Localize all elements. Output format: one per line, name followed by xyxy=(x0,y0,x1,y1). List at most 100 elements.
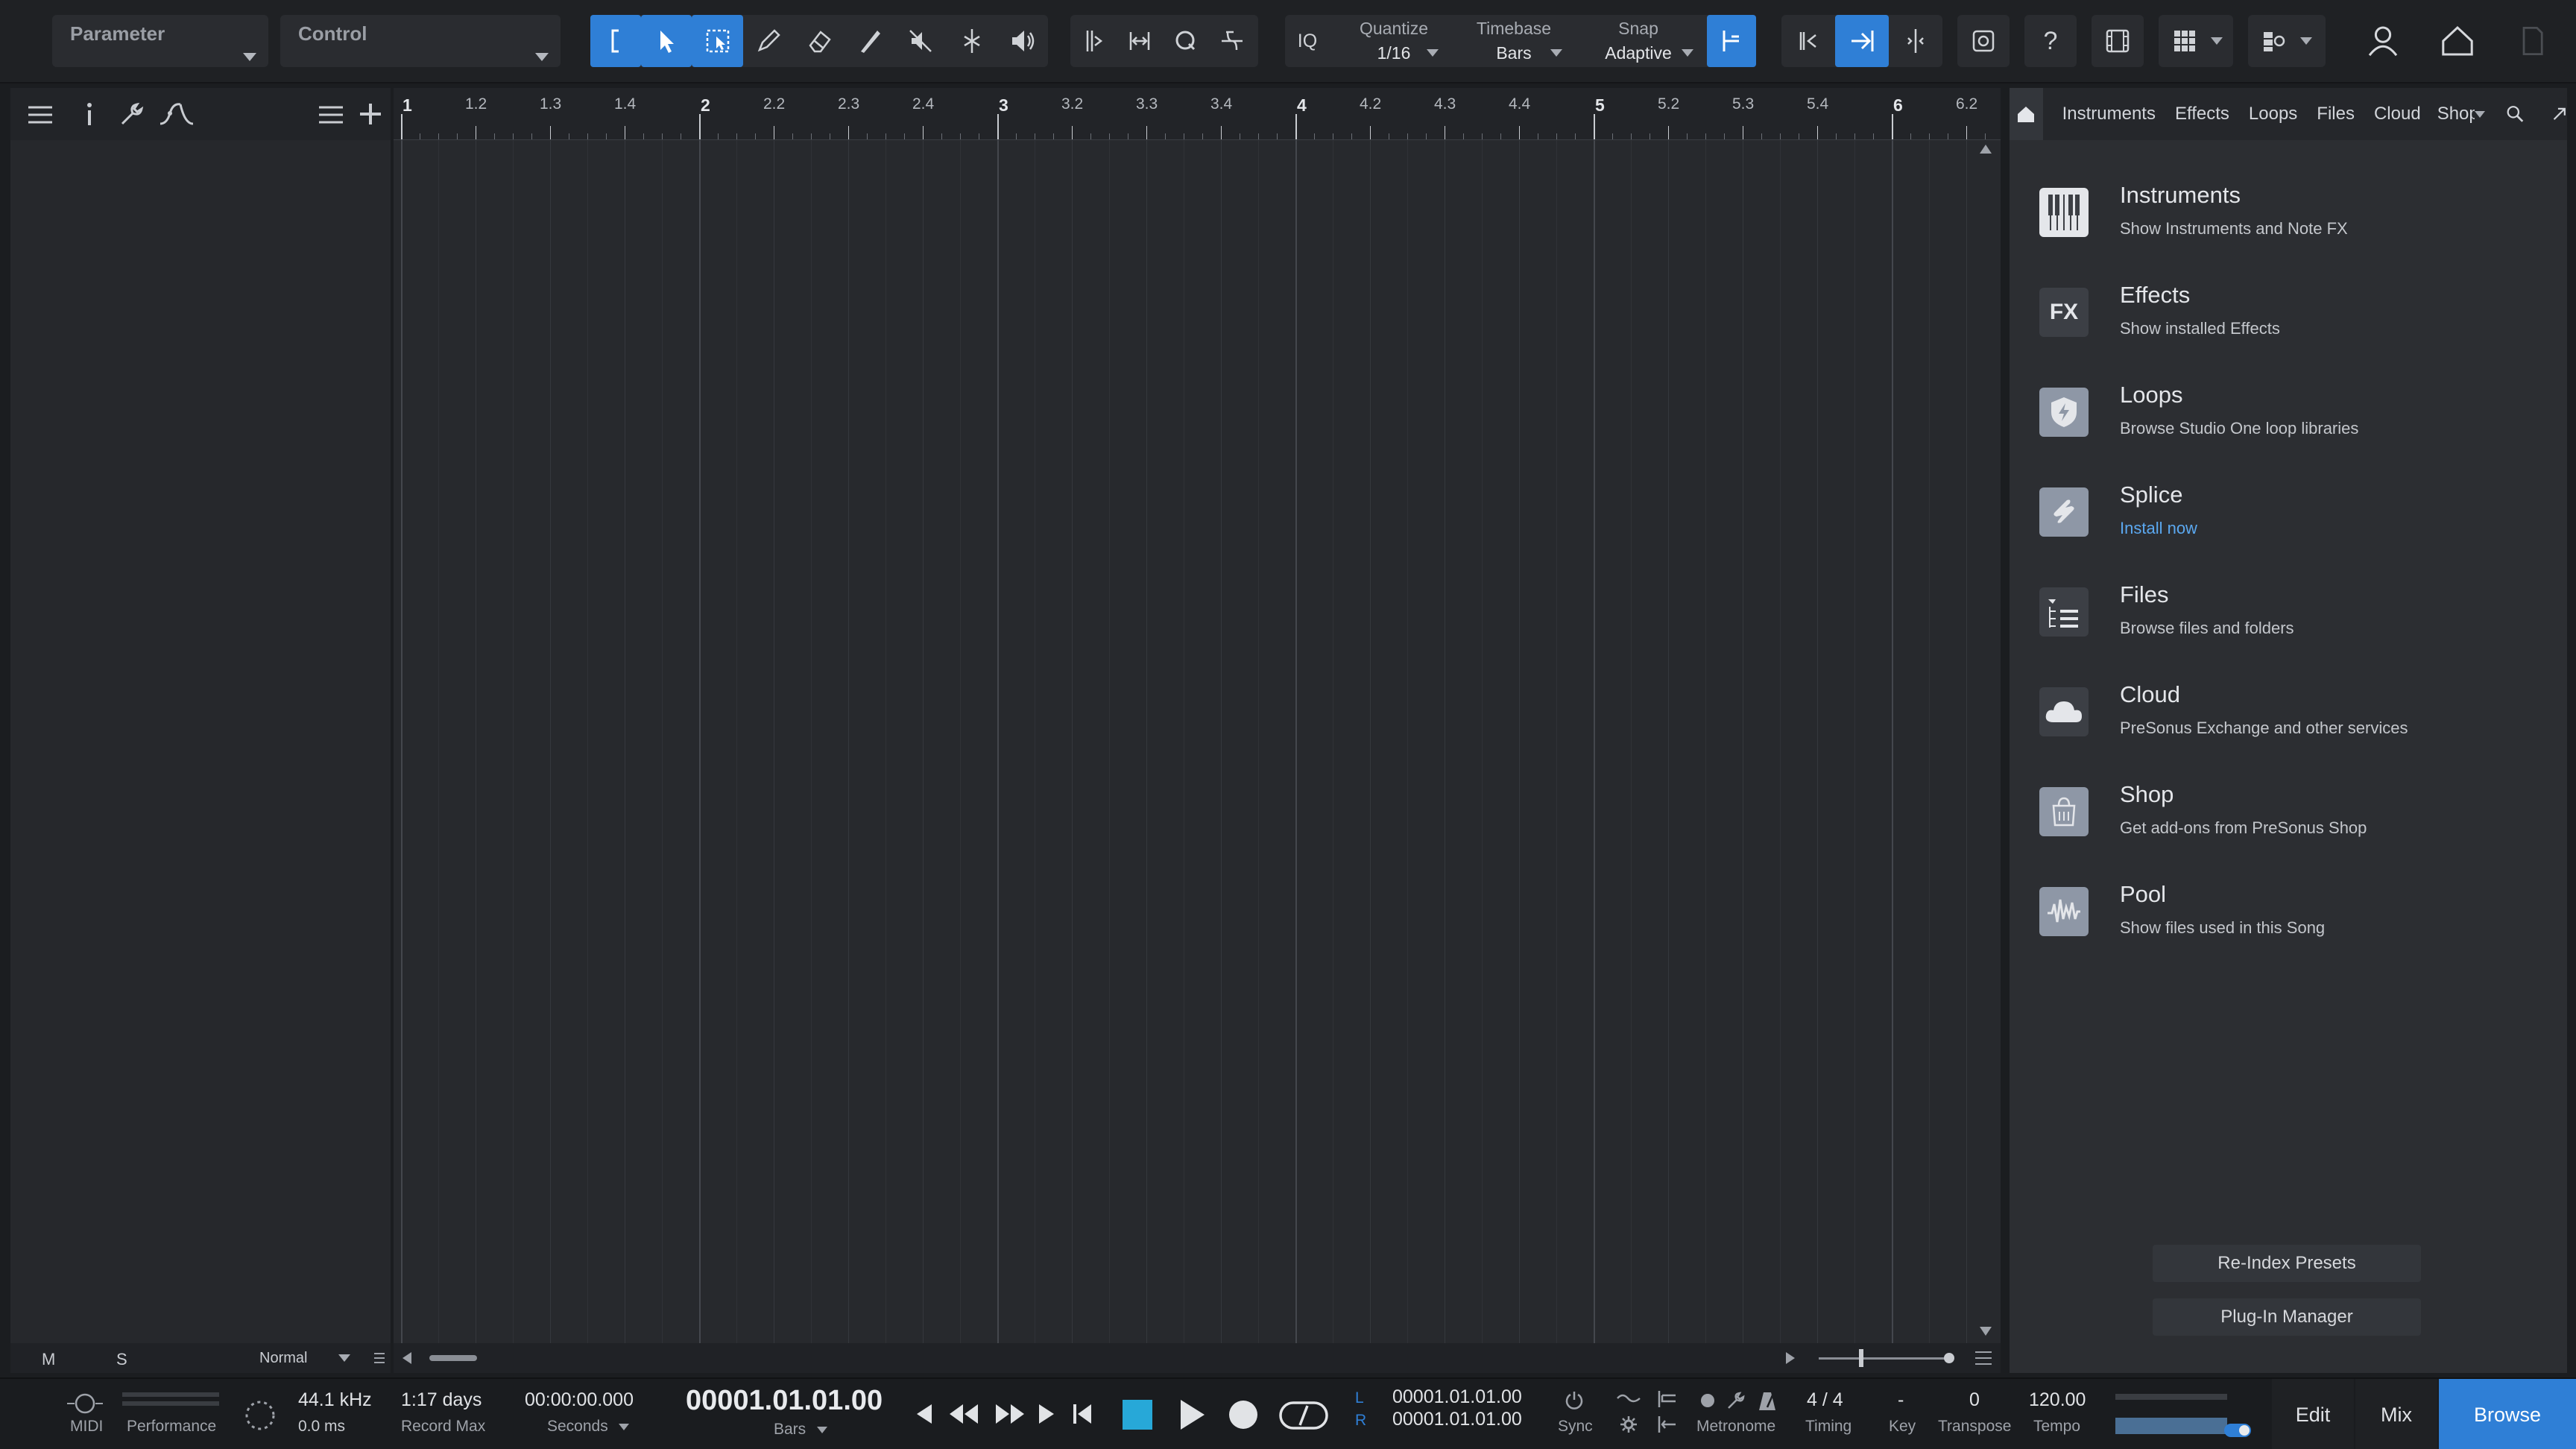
listen-tool[interactable] xyxy=(997,15,1048,67)
gear-icon[interactable] xyxy=(1619,1415,1638,1434)
master-toggle[interactable] xyxy=(2224,1424,2251,1437)
browser-item-splice[interactable]: Splice Install now xyxy=(2039,482,2546,564)
mute-all-button[interactable]: M xyxy=(42,1350,55,1369)
tempo-value[interactable]: 120.00 xyxy=(2029,1389,2086,1411)
return-to-zero-icon[interactable] xyxy=(1072,1401,1094,1427)
install-now-link[interactable]: Install now xyxy=(2120,519,2197,538)
autoscroll-button[interactable] xyxy=(1835,15,1889,67)
wrench-icon[interactable] xyxy=(119,101,145,127)
rewind-icon[interactable] xyxy=(948,1401,979,1427)
scroll-left-arrow-icon[interactable] xyxy=(401,1351,413,1366)
zoom-slider-track[interactable] xyxy=(1819,1357,1953,1360)
time-signature-value[interactable]: 4 / 4 xyxy=(1807,1389,1843,1411)
tab-shop[interactable]: Shop xyxy=(2437,104,2475,124)
time-bars-display[interactable]: 00001.01.01.00 xyxy=(686,1385,883,1417)
footer-menu-icon[interactable] xyxy=(373,1351,386,1366)
right-locator-value[interactable]: 00001.01.01.00 xyxy=(1392,1409,1522,1430)
groove-tool[interactable] xyxy=(1209,15,1255,67)
next-marker-icon[interactable] xyxy=(1036,1401,1057,1427)
arrow-tool[interactable] xyxy=(641,15,692,67)
expand-arrow-icon[interactable] xyxy=(2551,105,2567,123)
previous-marker-icon[interactable] xyxy=(914,1401,935,1427)
iq-button[interactable]: IQ xyxy=(1285,15,1330,67)
layout-group[interactable] xyxy=(2248,15,2326,67)
tab-effects[interactable]: Effects xyxy=(2175,104,2229,124)
stop-button[interactable] xyxy=(1123,1400,1152,1430)
snapshot-button[interactable] xyxy=(1957,15,2010,67)
paint-tool[interactable] xyxy=(845,15,895,67)
pencil-tool[interactable] xyxy=(743,15,794,67)
browser-item-instruments[interactable]: Instruments Show Instruments and Note FX xyxy=(2039,182,2546,264)
parameter-selector[interactable]: Parameter xyxy=(52,15,268,67)
tab-cloud[interactable]: Cloud xyxy=(2374,104,2421,124)
browser-item-effects[interactable]: FX Effects Show installed Effects xyxy=(2039,282,2546,364)
performance-label[interactable]: Performance xyxy=(127,1418,216,1436)
power-icon[interactable] xyxy=(1564,1389,1585,1410)
play-icon[interactable] xyxy=(1178,1398,1208,1431)
snap-selector[interactable]: Snap Adaptive xyxy=(1580,15,1696,67)
plugin-manager-button[interactable]: Plug-In Manager xyxy=(2153,1298,2421,1336)
track-area[interactable] xyxy=(394,140,2001,1343)
browser-item-loops[interactable]: Loops Browse Studio One loop libraries xyxy=(2039,382,2546,464)
quantize-tool[interactable] xyxy=(1163,15,1209,67)
track-options-icon[interactable] xyxy=(318,103,344,127)
browser-item-files[interactable]: Files Browse files and folders xyxy=(2039,581,2546,663)
left-locator-value[interactable]: 00001.01.01.00 xyxy=(1392,1386,1522,1408)
transpose-value[interactable]: 0 xyxy=(1969,1389,1980,1411)
eraser-tool[interactable] xyxy=(794,15,845,67)
seconds-format-selector[interactable]: Seconds xyxy=(547,1418,608,1436)
browse-view-button[interactable]: Browse xyxy=(2439,1379,2576,1449)
range-bracket-tool[interactable] xyxy=(590,15,642,67)
user-account-icon[interactable] xyxy=(2357,15,2409,67)
mode-selector[interactable]: Normal xyxy=(259,1350,307,1367)
control-selector[interactable]: Control xyxy=(280,15,561,67)
bend-marker-tool[interactable] xyxy=(1070,15,1117,67)
zoom-slider-end[interactable] xyxy=(1944,1353,1954,1363)
grid-layout-group[interactable] xyxy=(2159,15,2233,67)
zoom-slider-handle[interactable] xyxy=(1859,1349,1863,1367)
stretch-tool[interactable] xyxy=(1117,15,1163,67)
scroll-up-arrow-icon[interactable] xyxy=(1978,143,1993,155)
browser-item-pool[interactable]: Pool Show files used in this Song xyxy=(2039,881,2546,963)
scroll-down-arrow-icon[interactable] xyxy=(1978,1325,1993,1337)
track-list-menu-icon[interactable] xyxy=(27,103,54,127)
browser-item-cloud[interactable]: Cloud PreSonus Exchange and other servic… xyxy=(2039,681,2546,763)
cursor-follow-button[interactable] xyxy=(1889,15,1942,67)
split-tool[interactable] xyxy=(947,15,997,67)
punch-icon[interactable] xyxy=(1656,1389,1679,1409)
follow-edit-button[interactable] xyxy=(1781,15,1835,67)
browser-item-shop[interactable]: Shop Get add-ons from PreSonus Shop xyxy=(2039,781,2546,863)
tab-files[interactable]: Files xyxy=(2317,104,2355,124)
autopunch-icon[interactable] xyxy=(1656,1415,1679,1434)
solo-all-button[interactable]: S xyxy=(116,1350,127,1369)
timeline-ruler[interactable]: 1 1.2 1.3 1.4 2 2.2 2.3 2.4 3 3.2 3.3 3.4 4 4.2 4.3 4.4… xyxy=(394,88,2001,140)
browser-home-tab[interactable] xyxy=(2010,88,2043,140)
edit-view-button[interactable]: Edit xyxy=(2272,1379,2354,1449)
bars-format-selector[interactable]: Bars xyxy=(774,1421,806,1439)
video-button[interactable] xyxy=(2092,15,2144,67)
search-icon[interactable] xyxy=(2506,104,2525,124)
help-icon[interactable]: ? xyxy=(2024,15,2077,67)
loop-icon[interactable] xyxy=(1278,1398,1330,1433)
time-seconds-display[interactable]: 00:00:00.000 xyxy=(525,1389,634,1411)
scroll-right-arrow-icon[interactable] xyxy=(1784,1351,1796,1366)
quantize-selector[interactable]: Quantize 1/16 xyxy=(1346,15,1442,67)
horizontal-scrollbar-thumb[interactable] xyxy=(429,1355,477,1361)
wrench-icon[interactable] xyxy=(1726,1391,1746,1410)
mute-tool[interactable] xyxy=(895,15,946,67)
vertical-zoom-icon[interactable] xyxy=(1974,1348,1993,1368)
inspector-info-icon[interactable] xyxy=(82,101,97,128)
grid-icon[interactable] xyxy=(2159,15,2211,67)
metronome-dot-icon[interactable] xyxy=(1699,1392,1716,1409)
home-icon[interactable] xyxy=(2431,15,2484,67)
precount-icon[interactable] xyxy=(1616,1391,1641,1406)
metronome-icon[interactable] xyxy=(1758,1391,1777,1412)
fast-forward-icon[interactable] xyxy=(994,1401,1026,1427)
tab-loops[interactable]: Loops xyxy=(2249,104,2297,124)
record-icon[interactable] xyxy=(1227,1398,1260,1431)
snap-to-grid-button[interactable] xyxy=(1707,15,1756,67)
timebase-selector[interactable]: Timebase Bars xyxy=(1462,15,1565,67)
layout-icon[interactable] xyxy=(2248,15,2300,67)
automation-curve-icon[interactable] xyxy=(158,101,195,127)
key-value[interactable]: - xyxy=(1898,1389,1904,1411)
